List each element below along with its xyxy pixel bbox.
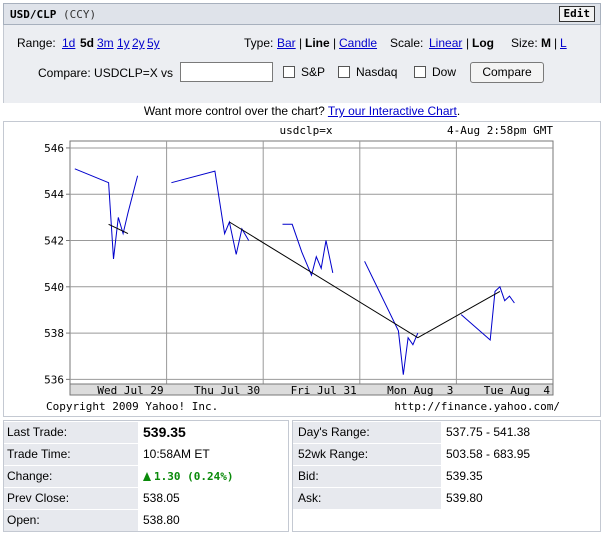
size-separator: | (554, 36, 558, 50)
scale-linear-link[interactable]: Linear (429, 36, 462, 50)
chart-copyright: Copyright 2009 Yahoo! Inc. (46, 400, 218, 413)
open-label: Open: (4, 510, 138, 531)
days-range-label: Day's Range: (293, 422, 441, 443)
nasdaq-checkbox[interactable] (338, 66, 350, 78)
52wk-range-value: 503.58 - 683.95 (446, 447, 531, 461)
up-arrow-icon (143, 472, 151, 481)
scale-separator: | (466, 36, 470, 50)
x-tick-label: Fri Jul 31 (291, 384, 357, 397)
scale-log-selected: Log (472, 36, 494, 50)
symbol-ccy: (CCY) (62, 8, 97, 21)
nasdaq-checkbox-label: Nasdaq (356, 65, 398, 79)
y-tick-label: 540 (44, 281, 64, 294)
y-tick-label: 546 (44, 142, 64, 155)
type-bar-link[interactable]: Bar (277, 36, 296, 50)
x-tick-label: Tue Aug 4 (484, 384, 551, 397)
chart-options-row: Range: 1d 5d 3m 1y 2y 5y Type: Bar | Lin… (4, 36, 600, 52)
type-separator: | (333, 36, 337, 50)
y-tick-label: 538 (44, 327, 64, 340)
change-value-cell: 1.30 (0.24%) (138, 466, 288, 487)
range-1y-link[interactable]: 1y (117, 36, 130, 50)
type-separator: | (299, 36, 303, 50)
range-5d-selected: 5d (80, 36, 95, 50)
promo-line: Want more control over the chart? Try ou… (0, 104, 604, 118)
symbol-name: USD/CLP (10, 8, 57, 21)
type-line-selected: Line (305, 36, 330, 50)
open-value: 538.80 (143, 513, 180, 527)
chart-title-bar: USD/CLP (CCY) Edit (3, 3, 601, 25)
x-tick-label: Mon Aug 3 (387, 384, 453, 397)
quote-row: Change: 1.30 (0.24%) (4, 466, 288, 487)
chart-timestamp: 4-Aug 2:58pm GMT (447, 124, 553, 137)
range-3m-link[interactable]: 3m (97, 36, 114, 50)
type-label: Type: (244, 36, 274, 50)
symbol-title: USD/CLP (CCY) (10, 8, 96, 21)
quote-row: Day's Range: 537.75 - 541.38 (293, 422, 600, 443)
quote-row: Trade Time: 10:58AM ET (4, 444, 288, 465)
sp-checkbox[interactable] (283, 66, 295, 78)
bid-label: Bid: (293, 466, 441, 487)
size-m-selected: M (541, 36, 551, 50)
change-value: 1.30 (0.24%) (154, 470, 234, 483)
dow-checkbox[interactable] (414, 66, 426, 78)
range-2y-link[interactable]: 2y (132, 36, 145, 50)
scale-label: Scale: (390, 36, 424, 50)
quote-summary-right: Day's Range: 537.75 - 541.38 52wk Range:… (292, 420, 601, 532)
size-l-link[interactable]: L (560, 36, 567, 50)
prev-close-value: 538.05 (143, 491, 180, 505)
y-tick-label: 544 (44, 188, 64, 201)
compare-label: Compare: USDCLP=X vs (38, 66, 174, 80)
x-tick-label: Wed Jul 29 (97, 384, 163, 397)
last-trade-label: Last Trade: (4, 422, 138, 443)
plot-area (69, 140, 554, 385)
compare-input[interactable] (180, 62, 273, 82)
x-tick-label: Thu Jul 30 (194, 384, 260, 397)
quote-row: Bid: 539.35 (293, 466, 600, 487)
quote-row: Open: 538.80 (4, 510, 288, 531)
52wk-range-label: 52wk Range: (293, 444, 441, 465)
size-label: Size: (511, 36, 538, 50)
chart-title: usdclp=x (280, 124, 333, 137)
price-chart-panel: 546 544 542 540 538 536 Wed Jul 29 Thu Jul 30 Fr… (3, 121, 601, 417)
quote-row: 52wk Range: 503.58 - 683.95 (293, 444, 600, 465)
sp-checkbox-label: S&P (301, 65, 326, 79)
promo-suffix: . (456, 104, 461, 118)
y-tick-label: 536 (44, 373, 64, 386)
quote-summary-left: Last Trade: 539.35 Trade Time: 10:58AM E… (3, 420, 289, 532)
promo-text: Want more control over the chart? (143, 104, 325, 118)
prev-close-label: Prev Close: (4, 488, 138, 509)
quote-row: Ask: 539.80 (293, 488, 600, 509)
interactive-chart-link[interactable]: Try our Interactive Chart (328, 104, 457, 118)
quote-row: Last Trade: 539.35 (4, 422, 288, 443)
change-label: Change: (4, 466, 138, 487)
days-range-value: 537.75 - 541.38 (446, 425, 531, 439)
quote-row: Prev Close: 538.05 (4, 488, 288, 509)
trade-time-label: Trade Time: (4, 444, 138, 465)
compare-button[interactable]: Compare (470, 62, 544, 83)
compare-row: Compare: USDCLP=X vs S&P Nasdaq Dow Comp… (4, 62, 600, 84)
price-chart[interactable]: 546 544 542 540 538 536 Wed Jul 29 Thu Jul 30 Fr… (4, 122, 600, 416)
last-trade-value: 539.35 (143, 424, 186, 440)
y-tick-label: 542 (44, 235, 64, 248)
range-5y-link[interactable]: 5y (147, 36, 160, 50)
type-candle-link[interactable]: Candle (339, 36, 377, 50)
bid-value: 539.35 (446, 469, 483, 483)
chart-controls: Range: 1d 5d 3m 1y 2y 5y Type: Bar | Lin… (3, 25, 601, 103)
ask-label: Ask: (293, 488, 441, 509)
range-1d-link[interactable]: 1d (62, 36, 75, 50)
dow-checkbox-label: Dow (432, 65, 457, 79)
chart-source: http://finance.yahoo.com/ (394, 400, 560, 413)
edit-button[interactable]: Edit (558, 6, 595, 22)
ask-value: 539.80 (446, 491, 483, 505)
trade-time-value: 10:58AM ET (143, 447, 210, 461)
range-label: Range: (17, 36, 56, 50)
